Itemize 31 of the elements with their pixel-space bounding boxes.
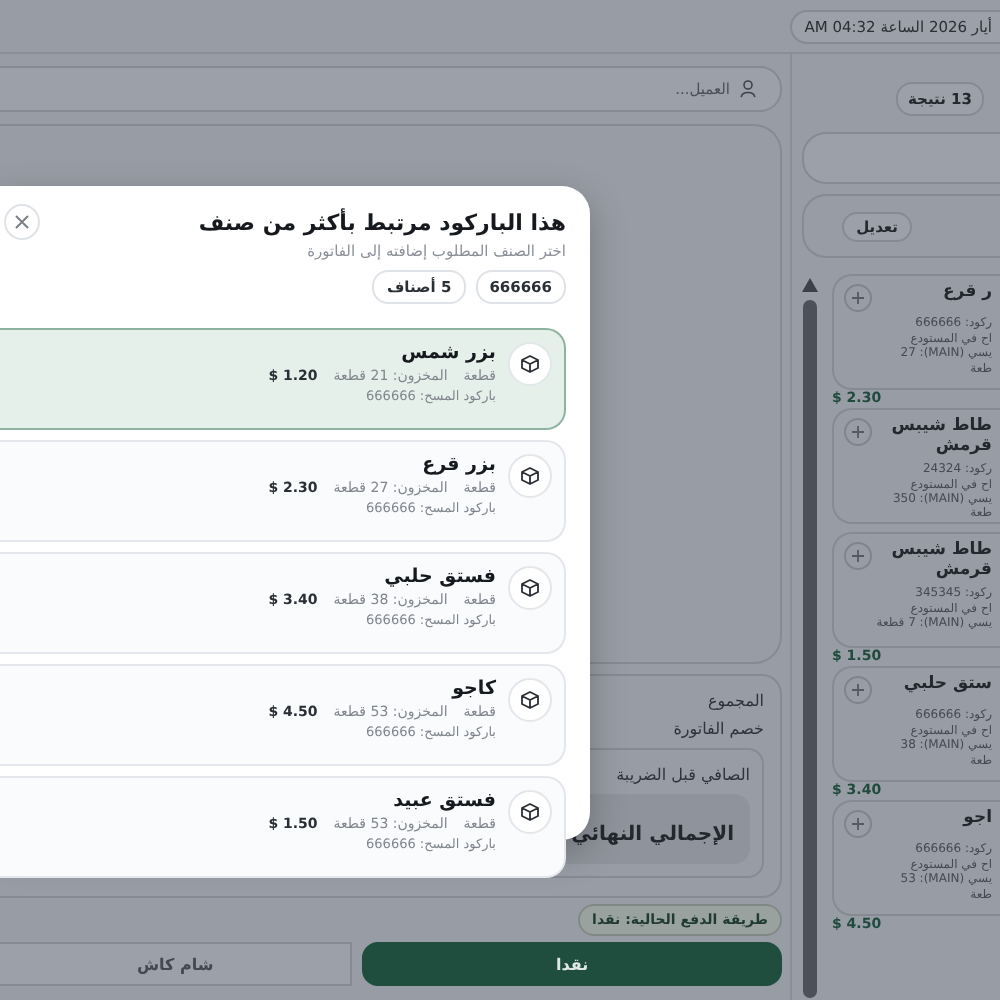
net-label: الصافي قبل الضريبة	[616, 766, 750, 784]
dialog-title: هذا الباركود مرتبط بأكثر من صنف	[198, 210, 566, 236]
product-name: بزر شمس	[401, 342, 496, 364]
close-icon	[14, 214, 30, 230]
box-icon	[508, 454, 552, 498]
box-icon	[508, 566, 552, 610]
product-name: فستق عبيد	[393, 790, 496, 812]
product-name: بزر قرع	[422, 454, 496, 476]
person-icon	[740, 80, 756, 98]
product-name: ر قرع	[942, 284, 992, 304]
add-icon[interactable]	[844, 418, 872, 446]
box-icon	[508, 342, 552, 386]
product-name: كاجو	[452, 678, 496, 700]
payment-method-tab[interactable]: نقدا	[362, 942, 782, 986]
product-name: اجو	[963, 810, 992, 830]
scrollbar[interactable]	[800, 274, 820, 998]
add-icon[interactable]	[844, 810, 872, 838]
discount-label: خصم الفاتورة	[673, 720, 764, 738]
product-name: ستق حلبي	[903, 676, 992, 696]
add-icon[interactable]	[844, 676, 872, 704]
close-button[interactable]	[4, 204, 40, 240]
box-icon	[508, 790, 552, 834]
product-name: فستق حلبي	[384, 566, 496, 588]
add-icon[interactable]	[844, 284, 872, 312]
add-icon[interactable]	[844, 542, 872, 570]
product-name: طاط شيبس قرمش	[891, 542, 992, 582]
product-name: طاط شيبس قرمش	[891, 418, 992, 458]
box-icon	[508, 678, 552, 722]
subtotal-label: المجموع	[708, 692, 764, 710]
payment-method-tab[interactable]: شام كاش	[0, 942, 353, 986]
grand-total-label: الإجمالي النهائي	[571, 824, 734, 846]
